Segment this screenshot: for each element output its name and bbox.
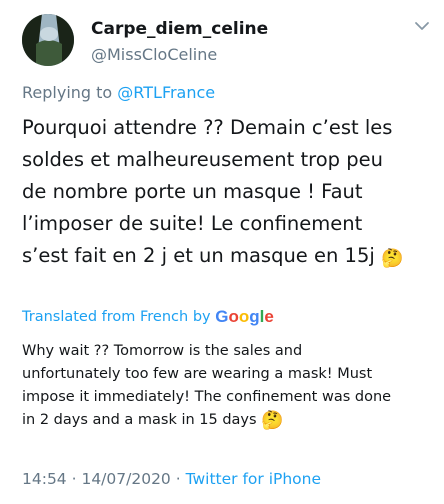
translation-line-last: in 2 days and a mask in 15 days 🤔 [22,409,437,432]
replying-to: Replying to @RTLFrance [22,83,215,102]
meta-separator: · [66,470,82,488]
translation-text: Why wait ?? Tomorrow is the sales and un… [22,340,437,432]
tweet-line: de nombre porte un masque ! Faut [22,180,363,203]
translated-from-link[interactable]: Translated from French by Google [22,307,274,327]
avatar[interactable] [22,14,74,66]
tweet-line: s’est fait en 2 j et un masque en 15j [22,244,375,267]
tweet-meta: 14:54 · 14/07/2020 · Twitter for iPhone [22,470,321,488]
translated-label: Translated from French by [22,309,211,325]
thinking-face-icon: 🤔 [261,410,284,431]
display-name[interactable]: Carpe_diem_celine [91,19,268,39]
translation-line: in 2 days and a mask in 15 days [22,412,257,428]
tweet-line: soldes et malheureusement trop peu [22,148,383,171]
user-handle[interactable]: @MissCloCeline [91,45,217,64]
tweet-date: 14/07/2020 [81,470,171,488]
tweet-line: l’imposer de suite! Le confinement [22,212,363,235]
chevron-down-icon[interactable] [412,16,432,36]
avatar-image [22,14,74,66]
translation-line: Why wait ?? Tomorrow is the sales and [22,343,303,359]
tweet-source-link[interactable]: Twitter for iPhone [186,470,321,488]
thinking-face-icon: 🤔 [381,248,404,269]
translation-line: impose it immediately! The confinement w… [22,389,392,405]
tweet-line: Pourquoi attendre ?? Demain c’est les [22,116,393,139]
tweet-text: Pourquoi attendre ?? Demain c’est les so… [22,112,437,272]
meta-separator: · [170,470,186,488]
reply-mention-link[interactable]: @RTLFrance [117,83,215,102]
replying-to-label: Replying to [22,83,118,102]
tweet-time: 14:54 [22,470,67,488]
tweet-line-last: s’est fait en 2 j et un masque en 15j 🤔 [22,240,437,272]
translation-line: unfortunately too few are wearing a mask… [22,366,373,382]
google-logo: Google [215,307,274,326]
